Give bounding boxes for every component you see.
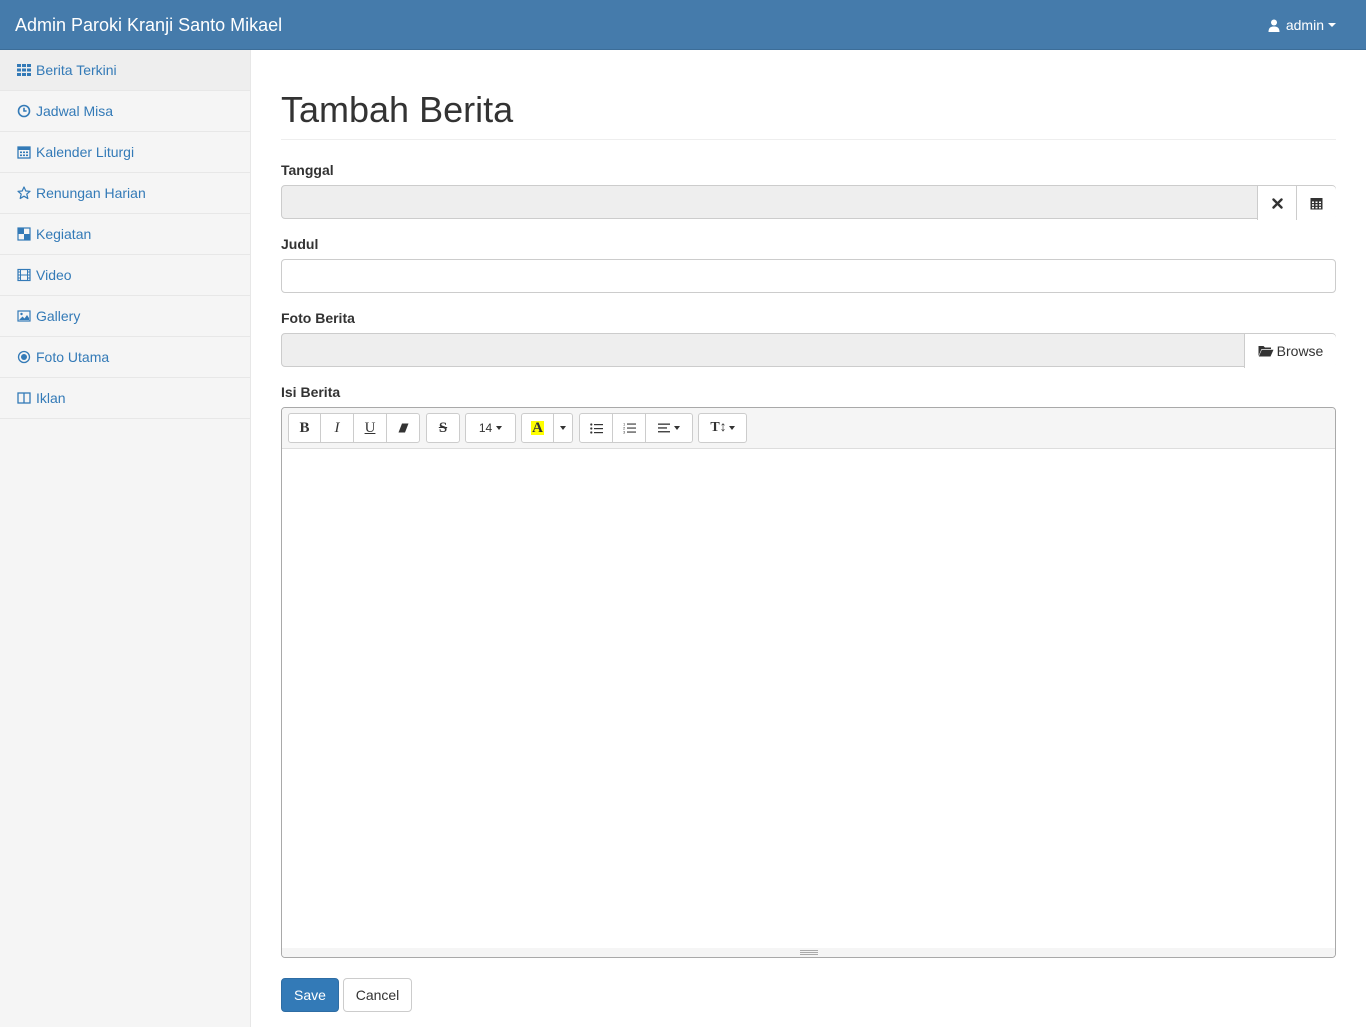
underline-glyph: U: [364, 419, 376, 436]
cancel-button[interactable]: Cancel: [343, 978, 412, 1012]
tanggal-field-group: [281, 185, 1336, 220]
sidebar-item-label: Gallery: [36, 308, 81, 324]
chevron-down-icon: [728, 426, 735, 430]
editor-toolbar: B I U S 14 A 123 T↕: [282, 408, 1335, 449]
strike-glyph: S: [438, 419, 448, 436]
paragraph-group: 123: [579, 413, 693, 443]
title-divider: [281, 139, 1336, 140]
underline-button[interactable]: U: [353, 413, 387, 443]
ordered-list-button[interactable]: 123: [612, 413, 646, 443]
judul-input[interactable]: [281, 259, 1336, 293]
height-group: T↕: [698, 413, 747, 443]
italic-glyph: I: [334, 419, 340, 436]
font-size-group: 14: [465, 413, 516, 443]
chevron-down-icon: [560, 426, 566, 430]
grid-icon: [17, 64, 31, 76]
columns-icon: [17, 392, 31, 404]
font-size-value: 14: [478, 421, 493, 435]
tanggal-input[interactable]: [282, 186, 1257, 218]
sidebar-item-label: Jadwal Misa: [36, 103, 114, 119]
eraser-icon: [398, 423, 408, 433]
sidebar-item-video[interactable]: Video: [0, 255, 250, 296]
highlight-color-button[interactable]: A: [521, 413, 554, 443]
open-calendar-button[interactable]: [1296, 186, 1336, 220]
chevron-down-icon: [496, 426, 503, 430]
sidebar-item-iklan[interactable]: Iklan: [0, 378, 250, 419]
checkered-icon: [17, 227, 31, 241]
picture-icon: [17, 310, 31, 322]
chevron-down-icon: [674, 426, 680, 430]
user-menu[interactable]: admin: [1268, 16, 1336, 34]
record-icon: [17, 350, 31, 364]
tanggal-label: Tanggal: [281, 162, 334, 178]
browse-label: Browse: [1276, 343, 1324, 359]
strike-group: S: [426, 413, 460, 443]
sidebar-item-foto-utama[interactable]: Foto Utama: [0, 337, 250, 378]
sidebar-item-berita-terkini[interactable]: Berita Terkini: [0, 50, 250, 91]
foto-berita-field-group: Browse: [281, 333, 1336, 368]
page-title: Tambah Berita: [281, 89, 514, 130]
judul-label: Judul: [281, 236, 319, 252]
bullet-list-icon: [589, 422, 603, 434]
calendar-icon: [1310, 197, 1323, 209]
rich-text-editor: B I U S 14 A 123 T↕: [281, 407, 1336, 958]
clear-date-button[interactable]: [1257, 186, 1297, 220]
user-icon: [1268, 19, 1280, 32]
calendar-icon: [17, 146, 31, 159]
svg-text:3: 3: [623, 430, 626, 435]
sidebar-item-kegiatan[interactable]: Kegiatan: [0, 214, 250, 255]
sidebar-item-label: Berita Terkini: [36, 62, 117, 78]
sidebar-item-jadwal-misa[interactable]: Jadwal Misa: [0, 91, 250, 132]
font-style-group: B I U: [288, 413, 420, 443]
film-icon: [17, 268, 31, 282]
sidebar-item-label: Video: [36, 267, 72, 283]
line-height-glyph: T↕: [710, 420, 727, 435]
clock-icon: [17, 104, 31, 118]
sidebar-item-renungan-harian[interactable]: Renungan Harian: [0, 173, 250, 214]
chevron-down-icon: [1328, 23, 1336, 27]
save-button[interactable]: Save: [281, 978, 339, 1012]
font-size-dropdown[interactable]: 14: [465, 413, 516, 443]
numbered-list-icon: 123: [623, 422, 636, 434]
bold-glyph: B: [299, 419, 310, 436]
color-group: A: [521, 413, 573, 443]
resize-grip-icon: [799, 950, 818, 955]
color-letter: A: [531, 420, 544, 436]
user-name: admin: [1285, 17, 1324, 33]
italic-button[interactable]: I: [320, 413, 354, 443]
line-height-dropdown[interactable]: T↕: [698, 413, 747, 443]
sidebar-item-label: Iklan: [36, 390, 66, 406]
sidebar: Berita Terkini Jadwal Misa Kalender Litu…: [0, 50, 251, 1027]
sidebar-item-label: Kegiatan: [36, 226, 92, 242]
bold-button[interactable]: B: [288, 413, 321, 443]
browse-button[interactable]: Browse: [1244, 334, 1336, 368]
isi-berita-label: Isi Berita: [281, 384, 341, 400]
color-dropdown-button[interactable]: [553, 413, 573, 443]
folder-open-icon: [1258, 346, 1274, 357]
close-icon: [1272, 197, 1283, 209]
editor-resize-handle[interactable]: [282, 948, 1335, 957]
sidebar-item-label: Kalender Liturgi: [36, 144, 135, 160]
brand-title[interactable]: Admin Paroki Kranji Santo Mikael: [15, 14, 282, 36]
foto-berita-label: Foto Berita: [281, 310, 355, 326]
editor-content-area[interactable]: [282, 449, 1335, 948]
sidebar-item-label: Foto Utama: [36, 349, 110, 365]
top-navbar: Admin Paroki Kranji Santo Mikael admin: [0, 0, 1366, 50]
sidebar-item-label: Renungan Harian: [36, 185, 146, 201]
clear-format-button[interactable]: [386, 413, 420, 443]
sidebar-item-gallery[interactable]: Gallery: [0, 296, 250, 337]
unordered-list-button[interactable]: [579, 413, 613, 443]
align-left-icon: [658, 423, 670, 433]
strikethrough-button[interactable]: S: [426, 413, 460, 443]
star-icon: [17, 186, 31, 200]
sidebar-item-kalender-liturgi[interactable]: Kalender Liturgi: [0, 132, 250, 173]
align-dropdown[interactable]: [645, 413, 693, 443]
foto-berita-input[interactable]: [282, 334, 1244, 366]
